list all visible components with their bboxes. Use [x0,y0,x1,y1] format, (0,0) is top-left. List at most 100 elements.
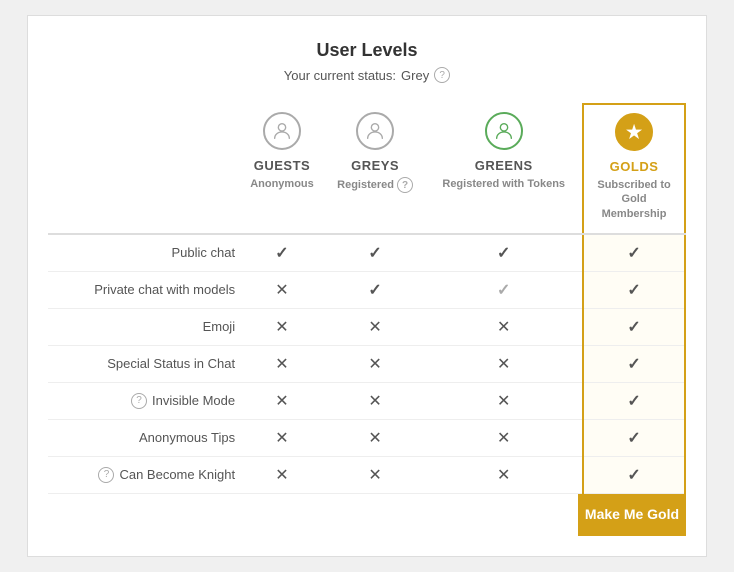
greys-col-sub: Registered ? [337,177,413,193]
greys-cell: ✕ [325,345,425,382]
greys-icon-circle [356,112,394,150]
feature-label: Special Status in Chat [107,356,235,371]
greys-cross-icon: ✕ [368,430,381,447]
feature-label: Public chat [172,245,236,260]
greys-cell: ✕ [325,456,425,493]
golds-col-name: GOLDS [610,159,659,174]
guests-cross-icon: ✕ [275,319,288,336]
greens-cell: ✕ [425,345,583,382]
greens-cell: ✓ [425,271,583,308]
golds-cell: ✓ [583,234,685,272]
greens-col-sub: Registered with Tokens [442,177,565,191]
guests-cell: ✕ [239,271,325,308]
table-row: Anonymous Tips ✕ ✕ ✕ ✓ [48,419,685,456]
greens-cross-icon: ✕ [497,430,510,447]
greens-cell: ✓ [425,234,583,272]
guests-check-icon: ✓ [275,245,288,262]
feature-cell: Emoji [48,308,239,345]
guests-col-sub: Anonymous [250,177,314,191]
user-levels-card: User Levels Your current status: Grey ? [27,15,707,557]
greens-cross-icon: ✕ [497,393,510,410]
guests-icon-circle [263,112,301,150]
table-row: Special Status in Chat ✕ ✕ ✕ ✓ [48,345,685,382]
feature-cell: Special Status in Chat [48,345,239,382]
cta-gold-col: Make Me Gold [578,494,686,536]
greys-check-icon: ✓ [368,282,381,299]
golds-col-sub: Subscribed to Gold Membership [588,178,680,221]
greys-person-icon [364,120,386,142]
golds-cell: ✓ [583,419,685,456]
golds-check-icon: ✓ [627,245,640,262]
feature-cell: Public chat [48,234,239,272]
guests-cell: ✕ [239,345,325,382]
greens-cross-icon: ✕ [497,356,510,373]
greys-cell: ✕ [325,308,425,345]
feature-label: Can Become Knight [119,467,235,482]
table-row: Emoji ✕ ✕ ✕ ✓ [48,308,685,345]
feature-label: Anonymous Tips [139,430,235,445]
col-header-guests: GUESTS Anonymous [239,104,325,234]
guests-col-name: GUESTS [254,158,310,173]
guests-cross-icon: ✕ [275,467,288,484]
greys-check-icon: ✓ [368,245,381,262]
guests-cross-icon: ✕ [275,356,288,373]
greys-cell: ✕ [325,419,425,456]
greys-cell: ✕ [325,382,425,419]
feature-cell: ? Can Become Knight [48,456,239,493]
feature-cell: Private chat with models [48,271,239,308]
guests-cross-icon: ✕ [275,430,288,447]
greys-cell: ✓ [325,234,425,272]
golds-check-icon: ✓ [627,393,640,410]
golds-check-icon: ✓ [627,282,640,299]
feature-help-icon[interactable]: ? [98,467,114,483]
greens-check-icon: ✓ [497,245,510,262]
greys-cross-icon: ✕ [368,319,381,336]
greys-cross-icon: ✕ [368,467,381,484]
table-row: Private chat with models ✕ ✓ ✓ ✓ [48,271,685,308]
cta-row: Make Me Gold [48,494,686,536]
greys-cross-icon: ✕ [368,356,381,373]
guests-cell: ✓ [239,234,325,272]
greys-cell: ✓ [325,271,425,308]
guests-person-icon [271,120,293,142]
feature-cell: ? Invisible Mode [48,382,239,419]
feature-label: Private chat with models [94,282,235,297]
guests-cell: ✕ [239,456,325,493]
guests-cross-icon: ✕ [275,393,288,410]
golds-cell: ✓ [583,271,685,308]
table-row: Public chat ✓ ✓ ✓ ✓ [48,234,685,272]
greens-person-icon [493,120,515,142]
status-help-icon[interactable]: ? [434,67,450,83]
greens-cell: ✕ [425,456,583,493]
make-gold-button[interactable]: Make Me Gold [578,494,686,536]
col-header-greys: GREYS Registered ? [325,104,425,234]
feature-label: Invisible Mode [152,393,235,408]
col-header-greens: GREENS Registered with Tokens [425,104,583,234]
cta-spacer [48,494,578,536]
greens-cross-icon: ✕ [497,319,510,336]
feature-label: Emoji [203,319,236,334]
status-bar: Your current status: Grey ? [48,67,686,83]
feature-header [48,104,239,234]
greens-cross-icon: ✕ [497,467,510,484]
levels-table: GUESTS Anonymous GREYS [48,103,686,494]
greens-icon-circle [485,112,523,150]
page-title: User Levels [48,40,686,61]
greens-check-icon: ✓ [497,282,510,299]
greys-help-icon[interactable]: ? [397,177,413,193]
golds-check-icon: ✓ [627,430,640,447]
guests-cell: ✕ [239,308,325,345]
golds-cell: ✓ [583,382,685,419]
table-row: ? Can Become Knight ✕ ✕ ✕ ✓ [48,456,685,493]
header-row: GUESTS Anonymous GREYS [48,104,685,234]
golds-check-icon: ✓ [627,467,640,484]
guests-cross-icon: ✕ [275,282,288,299]
golds-cell: ✓ [583,308,685,345]
feature-cell: Anonymous Tips [48,419,239,456]
golds-check-icon: ✓ [627,319,640,336]
status-value: Grey [401,68,429,83]
greys-cross-icon: ✕ [368,393,381,410]
table-row: ? Invisible Mode ✕ ✕ ✕ ✓ [48,382,685,419]
golds-cell: ✓ [583,345,685,382]
feature-help-icon[interactable]: ? [131,393,147,409]
